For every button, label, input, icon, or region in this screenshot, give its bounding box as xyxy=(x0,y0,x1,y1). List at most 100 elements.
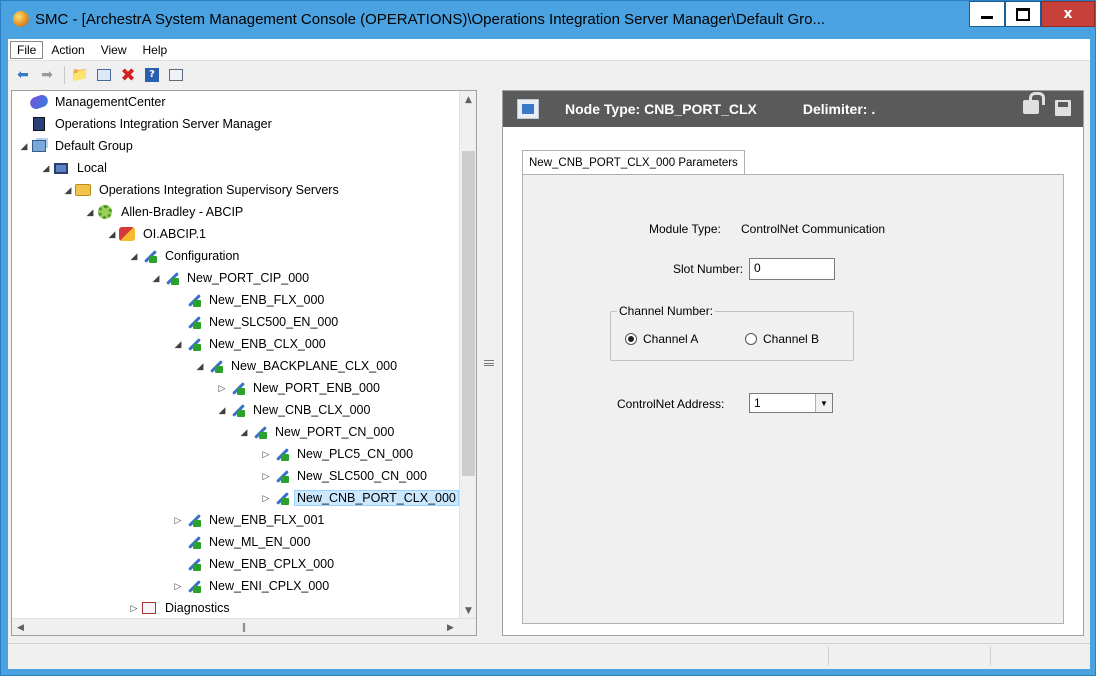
scroll-right-icon[interactable]: ▶ xyxy=(442,619,459,635)
collapse-arrow-icon[interactable]: ▷ xyxy=(172,515,184,526)
expand-arrow-icon[interactable]: ◢ xyxy=(238,427,250,438)
tree-item[interactable]: ◢ Local xyxy=(40,158,110,178)
tree-item-label: New_SLC500_CN_000 xyxy=(297,469,427,483)
minimize-button[interactable] xyxy=(969,1,1005,27)
forward-arrow-icon[interactable]: ➡ xyxy=(36,64,58,86)
tree-item[interactable]: ▷ New_CNB_PORT_CLX_000 xyxy=(260,488,459,508)
tree-item[interactable]: ◢ Allen-Bradley - ABCIP xyxy=(84,202,246,222)
collapse-arrow-icon[interactable]: ▷ xyxy=(216,383,228,394)
tree-item-label: New_PORT_ENB_000 xyxy=(253,381,380,395)
tree-item[interactable]: ◢ Configuration xyxy=(128,246,242,266)
tree-view: ManagementCenter Operations Integration S… xyxy=(12,91,460,619)
tree-item[interactable]: ▷ Diagnostics xyxy=(128,598,233,618)
channel-a-radio[interactable]: Channel A xyxy=(625,332,698,346)
tree-item[interactable]: ◢ OI.ABCIP.1 xyxy=(106,224,209,244)
node-type-icon xyxy=(517,99,539,119)
collapse-arrow-icon[interactable]: ▷ xyxy=(260,449,272,460)
tree-item[interactable]: ◢ New_CNB_CLX_000 xyxy=(216,400,373,420)
tree-item-label: New_PORT_CN_000 xyxy=(275,425,395,439)
tree-item[interactable]: ▷ New_PLC5_CN_000 xyxy=(260,444,416,464)
scroll-down-icon[interactable]: ▼ xyxy=(460,602,476,619)
tree-item[interactable]: ◢ Operations Integration Supervisory Serv… xyxy=(62,180,342,200)
delete-icon[interactable]: ✖ xyxy=(117,64,139,86)
tree-item[interactable]: ◢ Default Group xyxy=(18,136,136,156)
save-icon[interactable] xyxy=(1055,100,1071,116)
chevron-down-icon[interactable]: ▼ xyxy=(815,394,832,412)
menu-action[interactable]: Action xyxy=(43,41,92,59)
radio-unselected-icon xyxy=(745,333,757,345)
pane-splitter[interactable] xyxy=(479,90,500,636)
expand-arrow-icon[interactable]: ◢ xyxy=(40,163,52,174)
tree-vertical-scrollbar[interactable]: ▲ ▼ xyxy=(459,91,476,619)
tree-item[interactable]: ▷ New_ENI_CPLX_000 xyxy=(172,576,332,596)
menu-help[interactable]: Help xyxy=(135,41,176,59)
scroll-left-icon[interactable]: ◀ xyxy=(12,619,29,635)
app-window: SMC - [ArchestrA System Management Conso… xyxy=(0,0,1096,676)
scroll-thumb-horizontal[interactable]: ‖ xyxy=(30,621,458,634)
tree-horizontal-scrollbar[interactable]: ◀ ‖ ▶ xyxy=(12,618,476,635)
port-icon xyxy=(250,424,268,440)
scroll-up-icon[interactable]: ▲ xyxy=(460,91,476,108)
port-icon xyxy=(184,292,202,308)
menu-file[interactable]: File xyxy=(10,40,44,59)
tree-item[interactable]: ◢ New_ENB_CLX_000 xyxy=(172,334,329,354)
tree-item[interactable]: ◢ New_BACKPLANE_CLX_000 xyxy=(194,356,400,376)
show-hide-tree-icon[interactable] xyxy=(93,64,115,86)
close-button[interactable]: x xyxy=(1041,1,1095,27)
tree-item-label: Local xyxy=(77,161,107,175)
collapse-arrow-icon[interactable]: ▷ xyxy=(128,603,140,614)
expand-arrow-icon[interactable]: ◢ xyxy=(150,273,162,284)
slot-number-input[interactable]: 0 xyxy=(749,258,835,280)
expand-arrow-icon[interactable]: ◢ xyxy=(172,339,184,350)
tree-item-label: New_ML_EN_000 xyxy=(209,535,311,549)
help-icon[interactable]: ? xyxy=(141,64,163,86)
port-icon xyxy=(184,578,202,594)
unlock-icon[interactable] xyxy=(1023,92,1045,114)
detail-pane: Node Type: CNB_PORT_CLX Delimiter: . New… xyxy=(502,90,1084,636)
tree-item[interactable]: New_SLC500_EN_000 xyxy=(172,312,341,332)
tree-item[interactable]: ▷ New_PORT_ENB_000 xyxy=(216,378,383,398)
title-bar[interactable]: SMC - [ArchestrA System Management Conso… xyxy=(1,1,1095,37)
expand-arrow-icon[interactable]: ◢ xyxy=(106,229,118,240)
channel-number-label: Channel Number: xyxy=(617,304,716,318)
tree-item-label: Operations Integration Server Manager xyxy=(55,117,272,131)
channel-b-radio[interactable]: Channel B xyxy=(745,332,819,346)
computer-icon xyxy=(52,160,70,176)
status-cell xyxy=(990,646,1088,666)
tree-item[interactable]: ◢ New_PORT_CN_000 xyxy=(238,422,397,442)
tree-item[interactable]: New_ML_EN_000 xyxy=(172,532,313,552)
expand-arrow-icon[interactable]: ◢ xyxy=(128,251,140,262)
menu-bar: File Action View Help xyxy=(8,39,1090,61)
expand-arrow-icon[interactable]: ◢ xyxy=(62,185,74,196)
oi-server-icon xyxy=(118,226,136,242)
tree-item[interactable]: ▷ New_ENB_FLX_001 xyxy=(172,510,327,530)
expand-arrow-icon[interactable]: ◢ xyxy=(84,207,96,218)
expand-arrow-icon[interactable]: ◢ xyxy=(18,141,30,152)
collapse-arrow-icon[interactable]: ▷ xyxy=(172,581,184,592)
tree-item[interactable]: ▷ New_SLC500_CN_000 xyxy=(260,466,430,486)
port-icon xyxy=(184,534,202,550)
tree-item[interactable]: New_ENB_FLX_000 xyxy=(172,290,327,310)
back-arrow-icon[interactable]: ⬅ xyxy=(12,64,34,86)
maximize-button[interactable] xyxy=(1005,1,1041,27)
collapse-arrow-icon[interactable]: ▷ xyxy=(260,471,272,482)
status-bar xyxy=(8,643,1090,667)
tree-item[interactable]: New_ENB_CPLX_000 xyxy=(172,554,337,574)
scroll-thumb[interactable] xyxy=(462,151,475,476)
collapse-arrow-icon[interactable]: ▷ xyxy=(260,493,272,504)
properties-icon[interactable] xyxy=(165,64,187,86)
up-folder-icon[interactable]: 📁 xyxy=(69,64,91,86)
tree-item[interactable]: Operations Integration Server Manager xyxy=(18,114,275,134)
client-area: File Action View Help ⬅ ➡ 📁 ✖ ? Manageme… xyxy=(8,39,1090,669)
menu-view[interactable]: View xyxy=(93,41,135,59)
expand-arrow-icon[interactable]: ◢ xyxy=(194,361,206,372)
app-icon xyxy=(13,11,29,27)
toolbar-separator xyxy=(64,66,65,84)
tree-item[interactable]: ManagementCenter xyxy=(18,92,168,112)
expand-arrow-icon[interactable]: ◢ xyxy=(216,405,228,416)
tree-item[interactable]: ◢ New_PORT_CIP_000 xyxy=(150,268,312,288)
tab-parameters[interactable]: New_CNB_PORT_CLX_000 Parameters xyxy=(522,150,745,174)
tree-item-label: New_ENB_FLX_001 xyxy=(209,513,325,527)
port-icon xyxy=(228,402,246,418)
controlnet-address-select[interactable]: 1 ▼ xyxy=(749,393,833,413)
